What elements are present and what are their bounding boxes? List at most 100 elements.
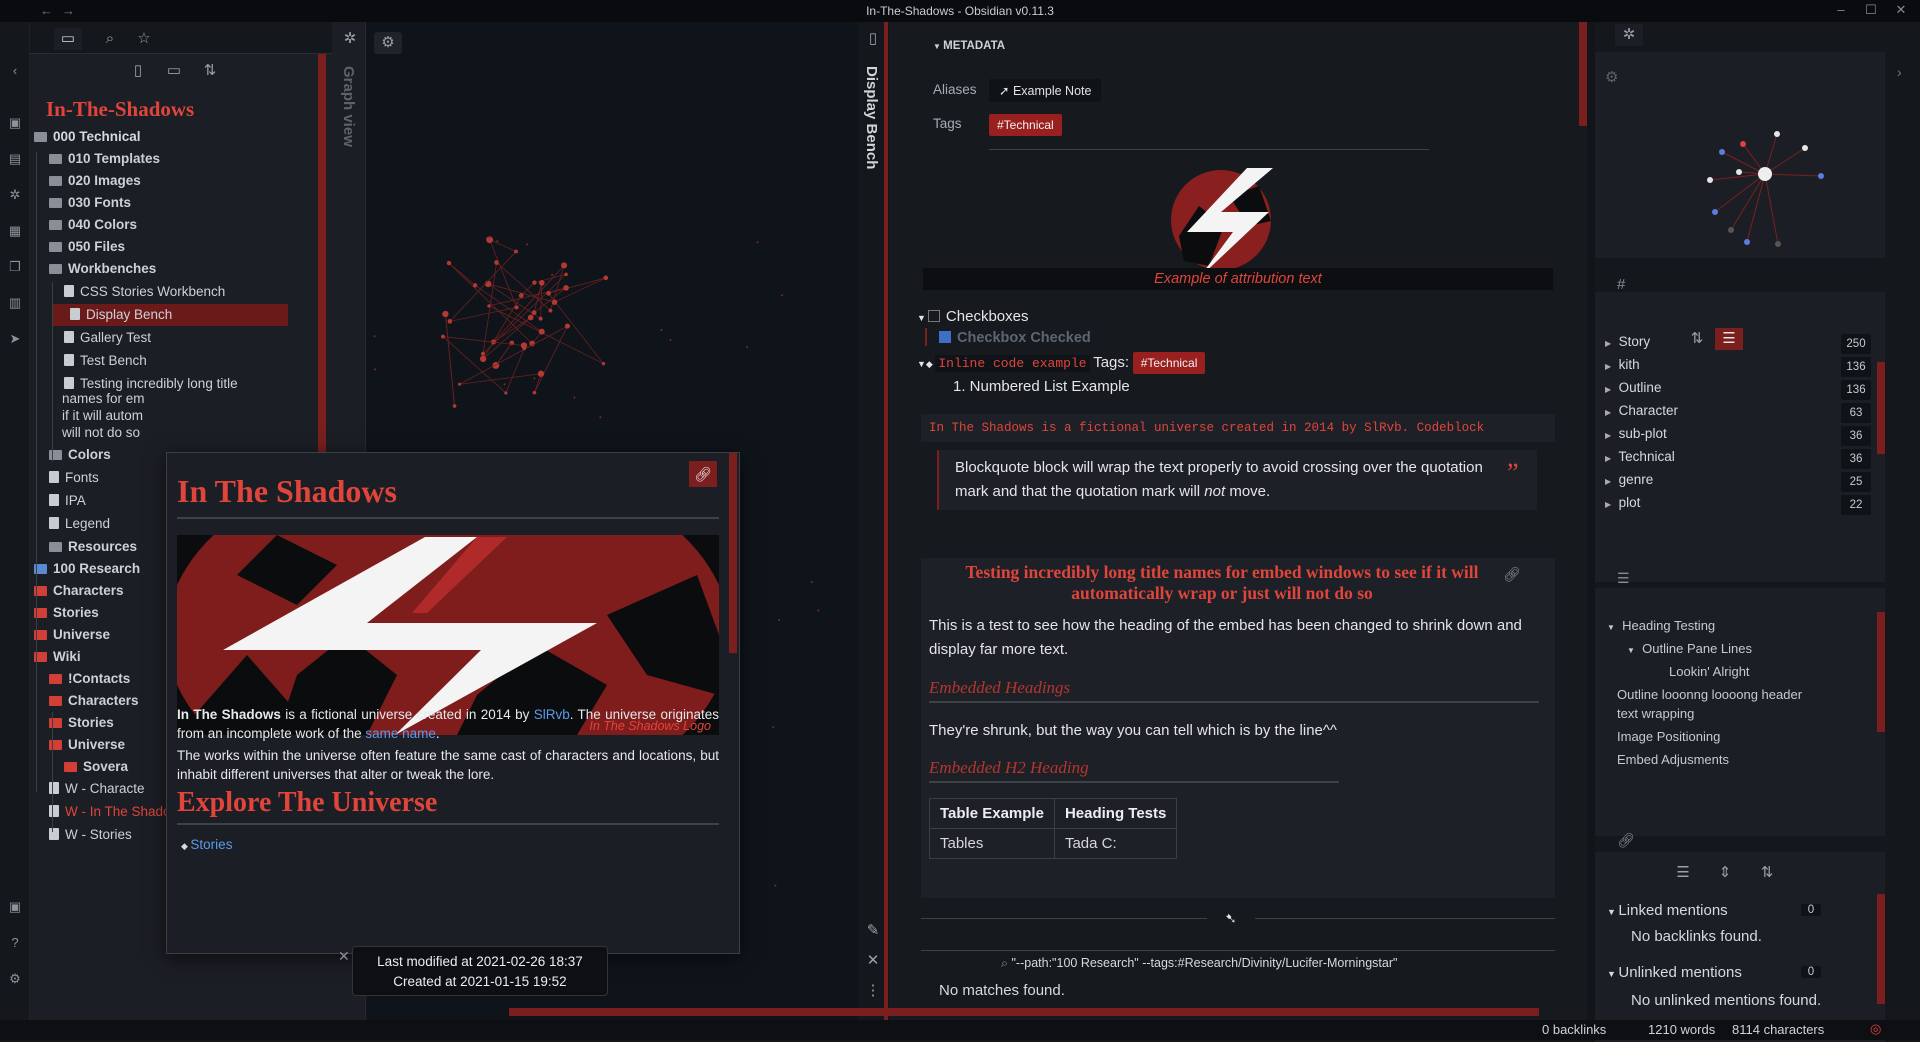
checkboxes-item[interactable]: ▼Checkboxes bbox=[917, 308, 1028, 325]
popover-scrollbar[interactable] bbox=[729, 453, 737, 653]
file-item[interactable]: Gallery Test bbox=[30, 327, 151, 349]
graph-node[interactable] bbox=[546, 291, 551, 296]
local-graph-node[interactable] bbox=[1728, 227, 1734, 233]
graph-node[interactable] bbox=[374, 368, 376, 370]
graph-node[interactable] bbox=[533, 391, 537, 395]
graph-node[interactable] bbox=[757, 241, 759, 243]
graph-node[interactable] bbox=[564, 273, 568, 277]
graph-node[interactable] bbox=[565, 324, 570, 329]
tag-item[interactable]: ▶ genre25 bbox=[1605, 470, 1871, 490]
folder-item[interactable]: 010 Templates bbox=[30, 148, 160, 170]
help-icon[interactable]: ? bbox=[6, 934, 24, 952]
local-graph-tab-icon[interactable]: ✲ bbox=[1615, 24, 1643, 46]
local-graph-node[interactable] bbox=[1775, 241, 1781, 247]
tags-value[interactable]: #Technical bbox=[989, 114, 1062, 136]
outline-list-icon[interactable]: ☰ bbox=[1617, 570, 1630, 587]
note-editor[interactable]: ▼ METADATA Aliases ➚ Example Note Tags #… bbox=[889, 22, 1587, 1020]
file-item[interactable]: IPA bbox=[30, 490, 86, 512]
aliases-value[interactable]: ➚ Example Note bbox=[989, 79, 1101, 102]
outline-item[interactable]: Outline looonng loooong header bbox=[1617, 687, 1802, 702]
folder-item[interactable]: Universe bbox=[30, 624, 110, 646]
backlinks-count[interactable]: 0 backlinks bbox=[1542, 1022, 1606, 1037]
outline-scrollbar[interactable] bbox=[1877, 612, 1885, 732]
graph-node[interactable] bbox=[817, 609, 819, 611]
publish-icon[interactable]: ➤ bbox=[6, 330, 24, 348]
graph-node[interactable] bbox=[447, 261, 451, 265]
slrvb-link[interactable]: SlRvb bbox=[534, 707, 570, 722]
folder-item[interactable]: 030 Fonts bbox=[30, 192, 131, 214]
tag-item[interactable]: ▶ Technical36 bbox=[1605, 447, 1871, 467]
graph-node[interactable] bbox=[448, 319, 453, 324]
star-icon[interactable]: ☆ bbox=[130, 28, 158, 50]
graph-settings-gear-icon[interactable]: ⚙ bbox=[374, 32, 402, 54]
checkbox-checked[interactable]: Checkbox Checked bbox=[939, 330, 1091, 346]
graph-node[interactable] bbox=[528, 315, 534, 321]
local-graph-node[interactable] bbox=[1818, 173, 1824, 179]
folder-item[interactable]: Sovera bbox=[30, 756, 128, 778]
outline-item[interactable]: ▼ Heading Testing bbox=[1607, 618, 1715, 633]
settings-gear-icon[interactable]: ⚙ bbox=[6, 970, 24, 988]
folder-item[interactable]: 000 Technical bbox=[30, 126, 141, 148]
graph-node[interactable] bbox=[481, 352, 485, 356]
graph-node[interactable] bbox=[660, 329, 662, 331]
edit-pencil-icon[interactable]: ✎ bbox=[859, 920, 887, 942]
graph-node[interactable] bbox=[532, 280, 536, 284]
editor-scrollbar[interactable] bbox=[1579, 22, 1587, 126]
graph-node[interactable] bbox=[602, 362, 605, 365]
hash-tag-icon[interactable]: # bbox=[1617, 276, 1625, 293]
graph-node[interactable] bbox=[561, 262, 567, 268]
graph-node[interactable] bbox=[519, 293, 524, 298]
templates-icon[interactable]: ▤ bbox=[6, 150, 24, 168]
graph-node[interactable] bbox=[532, 310, 537, 315]
file-item[interactable]: Legend bbox=[30, 513, 110, 535]
folder-item[interactable]: Universe bbox=[30, 734, 125, 756]
graph-node[interactable] bbox=[496, 240, 498, 242]
vault-icon[interactable]: ▣ bbox=[6, 898, 24, 916]
unlinked-mentions-header[interactable]: ▼ Unlinked mentions bbox=[1607, 964, 1742, 981]
file-item[interactable]: Display Bench bbox=[52, 304, 288, 326]
graph-node[interactable] bbox=[746, 346, 748, 348]
local-graph-node[interactable] bbox=[1774, 131, 1780, 137]
hover-preview-popover[interactable]: In The Shadows 🔗︎ In The Shadows Logo In… bbox=[166, 452, 740, 954]
collapse-left-icon[interactable]: ‹ bbox=[6, 62, 24, 80]
graph-node[interactable] bbox=[539, 317, 543, 321]
graph-node[interactable] bbox=[774, 885, 776, 887]
horizontal-scrollbar[interactable] bbox=[509, 1008, 1539, 1016]
graph-node[interactable] bbox=[549, 309, 553, 313]
minimize-button[interactable]: – bbox=[1832, 2, 1850, 17]
graph-node[interactable] bbox=[603, 275, 608, 280]
graph-node[interactable] bbox=[504, 391, 507, 394]
graph-node[interactable] bbox=[442, 311, 448, 317]
metadata-header[interactable]: ▼ METADATA bbox=[933, 40, 1005, 52]
daily-note-icon[interactable]: ▣ bbox=[6, 114, 24, 132]
outline-item[interactable]: Lookin' Alright bbox=[1669, 664, 1750, 679]
tag-item[interactable]: ▶ Character63 bbox=[1605, 401, 1871, 421]
collapse-results-icon[interactable]: ☰ bbox=[1669, 862, 1697, 884]
search-icon[interactable]: ⌕ bbox=[96, 28, 124, 50]
graph-node[interactable] bbox=[781, 294, 783, 296]
folder-item[interactable]: Workbenches bbox=[30, 258, 156, 280]
close-pane-icon[interactable]: ✕ bbox=[338, 948, 350, 965]
folder-item[interactable]: Stories bbox=[30, 712, 114, 734]
folder-item[interactable]: Resources bbox=[30, 536, 137, 558]
graph-node[interactable] bbox=[551, 274, 553, 276]
graph-node[interactable] bbox=[504, 383, 506, 385]
sort-icon[interactable]: ⇅ bbox=[1753, 862, 1781, 884]
local-graph-node[interactable] bbox=[1719, 149, 1725, 155]
open-link-icon[interactable]: 🔗︎ bbox=[689, 461, 717, 487]
folder-item[interactable]: 100 Research bbox=[30, 558, 140, 580]
tag-item[interactable]: ▶ plot22 bbox=[1605, 493, 1871, 513]
command-icon[interactable]: ▥ bbox=[6, 294, 24, 312]
graph-node[interactable] bbox=[458, 383, 461, 386]
graph-node[interactable] bbox=[514, 250, 518, 254]
backlinks-link-icon[interactable]: 🔗︎ bbox=[1617, 832, 1635, 849]
tag-item[interactable]: ▶ kith136 bbox=[1605, 355, 1871, 375]
folder-item[interactable]: Characters bbox=[30, 580, 124, 602]
graph-node[interactable] bbox=[552, 299, 557, 304]
folder-item[interactable]: 040 Colors bbox=[30, 214, 137, 236]
tag-item[interactable]: ▶ Outline136 bbox=[1605, 378, 1871, 398]
graph-node[interactable] bbox=[573, 396, 575, 398]
graph-node[interactable] bbox=[539, 329, 545, 335]
new-folder-icon[interactable]: ▭ bbox=[160, 60, 188, 82]
close-window-button[interactable]: ✕ bbox=[1892, 2, 1910, 18]
